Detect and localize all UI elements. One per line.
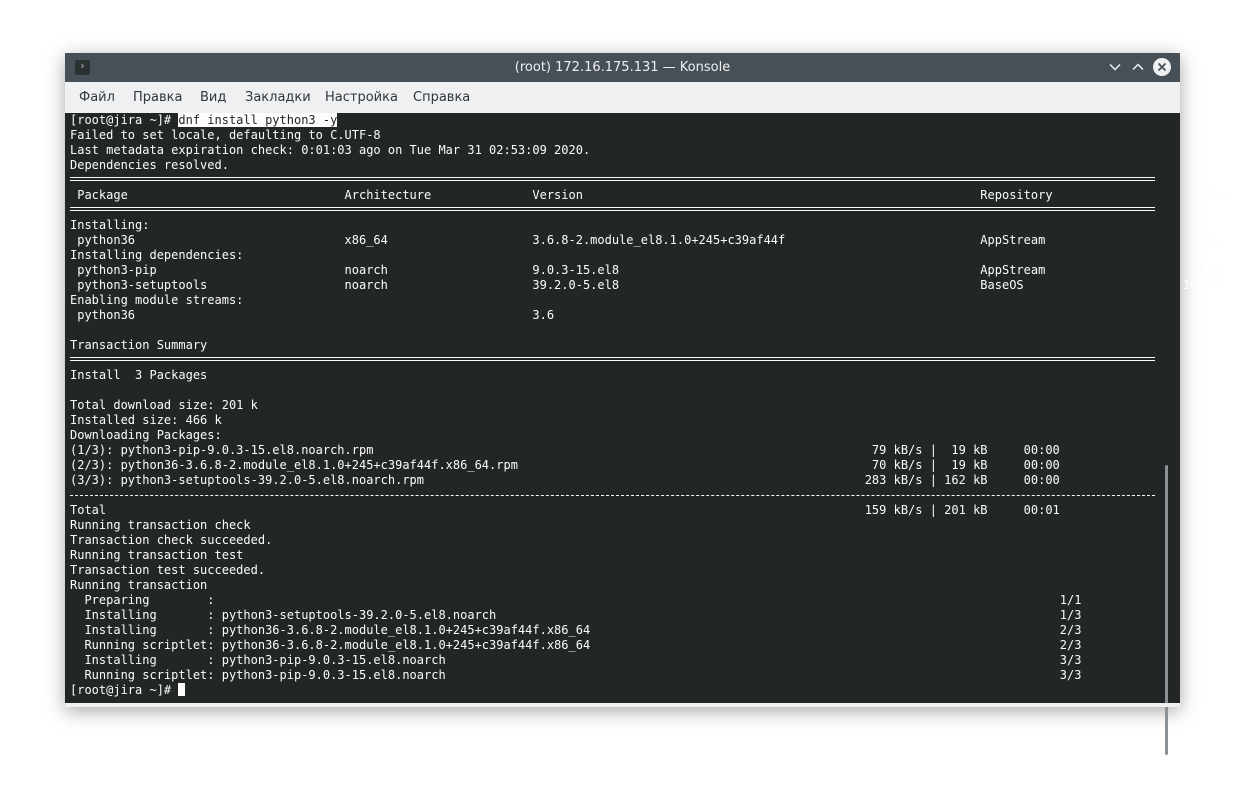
terminal-line: Dependencies resolved. [70,158,229,172]
command-highlight: dnf install python3 -y [178,113,338,127]
minimize-button[interactable] [1106,58,1124,76]
package-row: python36 3.6 [70,308,555,322]
menu-edit[interactable]: Правка [133,82,182,113]
konsole-window: › (root) 172.16.175.131 — Konsole Файл П… [65,53,1233,755]
prompt: [root@jira ~]# [70,683,179,697]
separator-line [70,495,1155,496]
download-row: (3/3): python3-setuptools-39.2.0-5.el8.n… [70,473,1060,487]
transaction-step: Preparing : 1/1 [70,593,1082,607]
separator-line [70,357,1155,361]
terminal-line: Failed to set locale, defaulting to C.UT… [70,128,381,142]
window-bottom-border [65,703,1180,707]
terminal-line: Downloading Packages: [70,428,222,442]
terminal-line: [root@jira ~]# dnf install python3 -y [70,113,338,128]
menu-bar: Файл Правка Вид Закладки Настройка Справ… [65,82,1180,113]
package-row: python3-setuptools noarch 39.2.0-5.el8 B… [70,278,1219,292]
terminal-line: Install 3 Packages [70,368,208,382]
terminal-line: Last metadata expiration check: 0:01:03 … [70,143,591,157]
transaction-step: Running scriptlet: python3-pip-9.0.3-15.… [70,668,1082,682]
menu-bookmarks[interactable]: Закладки [245,82,311,113]
chevron-down-icon [1109,63,1121,71]
terminal-line: Running transaction check [70,518,251,532]
download-total: Total 159 kB/s | 201 kB 00:01 [70,503,1060,517]
download-row: (2/3): python36-3.6.8-2.module_el8.1.0+2… [70,458,1060,472]
package-row: python36 x86_64 3.6.8-2.module_el8.1.0+2… [70,233,1219,247]
terminal-line: Transaction check succeeded. [70,533,273,547]
menu-help[interactable]: Справка [413,82,470,113]
prompt: [root@jira ~]# [70,113,179,127]
package-row: python3-pip noarch 9.0.3-15.el8 AppStrea… [70,263,1219,277]
transaction-step: Installing : python3-pip-9.0.3-15.el8.no… [70,653,1082,667]
terminal-line: Installing: [70,218,150,232]
terminal-line: Total download size: 201 k [70,398,258,412]
window-title: (root) 172.16.175.131 — Konsole [514,60,731,75]
menu-view[interactable]: Вид [200,82,226,113]
terminal-line: Running transaction test [70,548,244,562]
scrollbar[interactable] [1165,465,1168,755]
text-cursor [178,683,186,696]
terminal-line: Transaction Summary [70,338,208,352]
terminal-line: Enabling module streams: [70,293,244,307]
title-bar[interactable]: › (root) 172.16.175.131 — Konsole [65,53,1180,82]
download-row: (1/3): python3-pip-9.0.3-15.el8.noarch.r… [70,443,1060,457]
transaction-step: Installing : python36-3.6.8-2.module_el8… [70,623,1082,637]
terminal-output[interactable]: [root@jira ~]# dnf install python3 -y Fa… [65,113,1233,755]
transaction-step: Running scriptlet: python36-3.6.8-2.modu… [70,638,1082,652]
close-button[interactable] [1153,58,1171,76]
close-icon [1157,62,1167,72]
terminal-line: Running transaction [70,578,208,592]
separator-line [70,177,1155,181]
menu-settings[interactable]: Настройка [325,82,398,113]
terminal-line: Transaction test succeeded. [70,563,266,577]
terminal-line: Installing dependencies: [70,248,244,262]
terminal-line: Installed size: 466 k [70,413,222,427]
table-header: Package Architecture Version Repository … [70,188,1234,202]
separator-line [70,207,1155,211]
terminal-line[interactable]: [root@jira ~]# [70,683,186,698]
chevron-up-icon [1132,63,1144,71]
menu-file[interactable]: Файл [79,82,115,113]
maximize-button[interactable] [1129,58,1147,76]
transaction-step: Installing : python3-setuptools-39.2.0-5… [70,608,1082,622]
